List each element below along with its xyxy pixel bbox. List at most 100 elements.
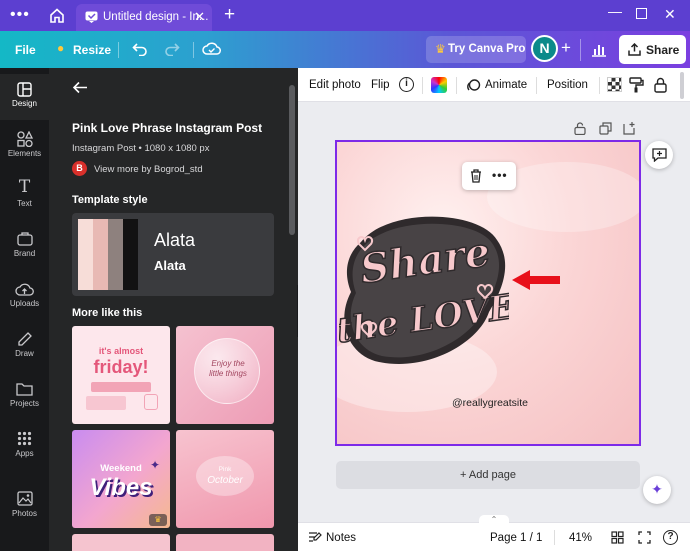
- animate-button[interactable]: Animate: [485, 79, 527, 91]
- close-tab-icon[interactable]: ✕: [194, 9, 205, 25]
- notes-button[interactable]: Notes: [326, 532, 356, 544]
- crown-icon: ♛: [435, 42, 446, 56]
- main-toolbar: File ● Resize ♛ Try Canva Pro N + Share: [0, 31, 690, 68]
- template-thumbnail[interactable]: Pink October: [176, 430, 274, 528]
- file-menu[interactable]: File: [15, 43, 36, 57]
- flip-button[interactable]: Flip: [371, 79, 390, 91]
- comment-button[interactable]: [645, 141, 673, 169]
- animate-icon: [467, 79, 481, 91]
- new-tab-icon[interactable]: +: [224, 4, 235, 26]
- share-button[interactable]: Share: [619, 35, 686, 64]
- rail-label: Projects: [10, 399, 39, 408]
- rail-item-draw[interactable]: Draw: [0, 324, 49, 370]
- toolbar-divider: [580, 39, 581, 61]
- edit-photo-button[interactable]: Edit photo: [309, 79, 361, 91]
- home-icon[interactable]: [49, 8, 65, 23]
- back-arrow-icon[interactable]: [72, 81, 88, 94]
- grid-view-icon[interactable]: [611, 531, 624, 544]
- rail-label: Text: [17, 199, 32, 208]
- rail-item-apps[interactable]: Apps: [0, 424, 49, 470]
- toolbar-divider: [422, 77, 423, 94]
- template-style-card[interactable]: Alata Alata: [72, 213, 274, 296]
- transparency-icon[interactable]: [607, 77, 622, 92]
- duplicate-page-icon[interactable]: [599, 122, 612, 135]
- thumb-decoration: [144, 394, 158, 410]
- rail-item-elements[interactable]: Elements: [0, 124, 49, 170]
- font-secondary: Alata: [154, 258, 186, 273]
- template-thumbnail[interactable]: it's almost friday!: [72, 326, 170, 424]
- thumb-text: Enjoy the little things: [209, 359, 247, 378]
- tab-design[interactable]: Untitled design - In... ✕: [76, 4, 212, 31]
- palette-swatch: [78, 219, 93, 290]
- add-page-icon[interactable]: [623, 121, 636, 135]
- sparkle-icon: ✦: [150, 458, 161, 472]
- add-collaborator-icon[interactable]: +: [561, 38, 571, 58]
- page-indicator[interactable]: Page 1 / 1: [490, 532, 542, 544]
- template-thumbnail[interactable]: [72, 534, 170, 551]
- lock-icon[interactable]: [654, 77, 667, 93]
- template-thumbnail[interactable]: Weekend Vibes ✦ ♛: [72, 430, 170, 528]
- cloud-saved-icon[interactable]: [202, 41, 221, 56]
- more-options-icon[interactable]: •••: [492, 168, 508, 182]
- rail-label: Uploads: [9, 299, 40, 308]
- thumb-text: October: [207, 475, 243, 486]
- cloud-upload-icon: [15, 283, 34, 296]
- trash-icon[interactable]: [470, 169, 482, 183]
- color-picker-icon[interactable]: [431, 77, 447, 93]
- author-link[interactable]: View more by Bogrod_std: [94, 164, 203, 175]
- apps-grid-icon: [17, 431, 32, 446]
- bottom-bar: ⌃ Notes Page 1 / 1 41% ?: [298, 515, 690, 551]
- info-icon[interactable]: i: [399, 77, 414, 92]
- minimize-icon[interactable]: —: [608, 3, 622, 19]
- thumb-text: friday!: [93, 357, 149, 377]
- context-scrollbar[interactable]: [680, 72, 684, 99]
- redo-icon[interactable]: [164, 41, 180, 56]
- menu-dots-icon[interactable]: •••: [10, 6, 30, 24]
- toolbar-divider: [456, 77, 457, 94]
- avatar[interactable]: N: [531, 35, 558, 62]
- undo-icon[interactable]: [132, 41, 148, 56]
- author-avatar: B: [72, 161, 87, 176]
- pages-toggle[interactable]: ⌃: [479, 515, 509, 525]
- comment-add-icon: [652, 148, 667, 162]
- zoom-level[interactable]: 41%: [569, 532, 592, 544]
- canva-doc-icon: [85, 11, 98, 23]
- rail-label: Brand: [13, 249, 36, 258]
- brand-icon: [17, 232, 33, 246]
- rail-item-design[interactable]: Design: [0, 74, 49, 120]
- template-meta: Instagram Post • 1080 x 1080 px: [72, 143, 210, 154]
- thumb-decoration: [91, 382, 151, 392]
- add-page-button[interactable]: + Add page: [336, 461, 640, 489]
- share-the-love-graphic[interactable]: Share the LOVE: [339, 212, 509, 372]
- palette-swatch: [93, 219, 108, 290]
- insights-chart-icon[interactable]: [591, 41, 607, 57]
- rail-item-projects[interactable]: Projects: [0, 374, 49, 420]
- close-window-icon[interactable]: ✕: [664, 6, 676, 23]
- rail-label: Elements: [7, 149, 42, 158]
- template-thumbnail[interactable]: [176, 534, 274, 551]
- rail-item-brand[interactable]: Brand: [0, 224, 49, 270]
- fullscreen-icon[interactable]: [638, 531, 651, 544]
- rail-item-uploads[interactable]: Uploads: [0, 274, 49, 320]
- maximize-icon[interactable]: [636, 8, 647, 19]
- position-button[interactable]: Position: [547, 79, 588, 91]
- template-thumbnail[interactable]: Enjoy the little things: [176, 326, 274, 424]
- template-title: Pink Love Phrase Instagram Post: [72, 121, 263, 135]
- left-rail: Design Elements T Text Brand Uploads Dra…: [0, 68, 49, 551]
- magic-assistant-button[interactable]: ✦: [643, 476, 671, 504]
- handle-text[interactable]: @reallygreatsite: [337, 397, 639, 409]
- notes-icon: [309, 532, 322, 542]
- toolbar-divider: [599, 77, 600, 94]
- rail-label: Design: [12, 99, 37, 108]
- resize-button[interactable]: Resize: [73, 43, 111, 57]
- rail-item-photos[interactable]: Photos: [0, 484, 49, 530]
- try-canva-pro-button[interactable]: ♛ Try Canva Pro: [426, 36, 526, 63]
- rail-item-text[interactable]: T Text: [0, 174, 49, 220]
- toolbar-divider: [118, 42, 119, 58]
- help-icon[interactable]: ?: [663, 530, 678, 545]
- lock-page-icon[interactable]: [574, 122, 586, 135]
- paint-roller-icon[interactable]: [629, 77, 644, 93]
- crown-badge-icon: ♛: [149, 514, 167, 526]
- title-bar: ••• Untitled design - In... ✕ + — ✕: [0, 0, 690, 31]
- panel-scroll-thumb[interactable]: [289, 85, 295, 235]
